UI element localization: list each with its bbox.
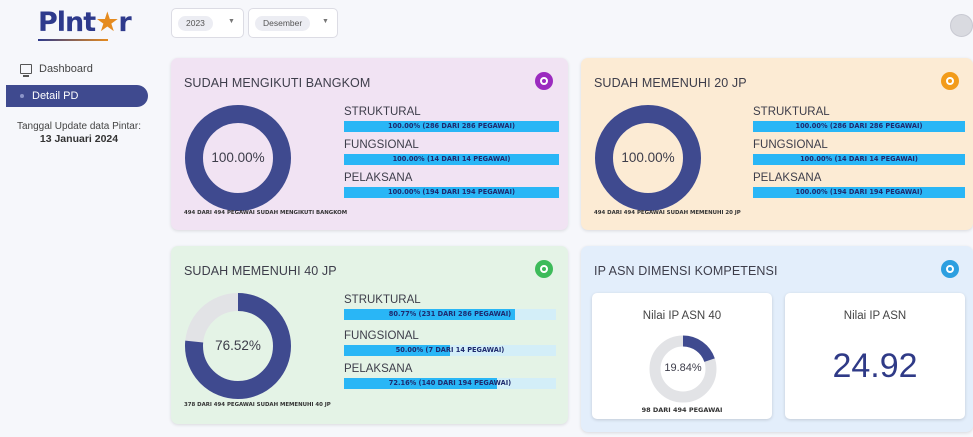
progress-bar: 100.00% (286 DARI 286 PEGAWAI) [753, 121, 965, 132]
nav-detail-pd-label: Detail PD [32, 90, 79, 102]
row-label: PELAKSANA [344, 172, 413, 184]
card-40jp: SUDAH MEMENUHI 40 JP 76.52% STRUKTURAL 8… [171, 246, 568, 424]
row-label: FUNGSIONAL [753, 139, 828, 151]
chevron-down-icon: ▼ [228, 18, 235, 25]
row-label: STRUKTURAL [753, 106, 830, 118]
month-value: Desember [255, 16, 311, 31]
row-label: FUNGSIONAL [344, 330, 419, 342]
info-icon[interactable] [535, 260, 553, 278]
progress-bar: 100.00% (286 DARI 286 PEGAWAI) [344, 121, 559, 132]
progress-bar: 100.00% (14 DARI 14 PEGAWAI) [344, 154, 559, 165]
year-select[interactable]: 2023 ▼ [171, 8, 244, 38]
progress-text: 100.00% (286 DARI 286 PEGAWAI) [795, 122, 923, 130]
progress-text: 100.00% (194 DARI 194 PEGAWAI) [388, 188, 515, 196]
jp40-percent: 76.52% [215, 338, 261, 353]
progress-text: 80.77% (231 DARI 286 PEGAWAI) [388, 310, 512, 318]
progress-bar: 72.16% (140 DARI 194 PEGAWAI) [344, 378, 556, 389]
card-title: SUDAH MEMENUHI 40 JP [184, 264, 337, 278]
nav-detail-pd[interactable]: Detail PD [6, 85, 148, 107]
progress-text: 100.00% (14 DARI 14 PEGAWAI) [392, 155, 511, 163]
nilai-ipasn-panel: Nilai IP ASN 24.92 [785, 293, 965, 419]
nav-dashboard-label: Dashboard [39, 63, 93, 75]
avatar[interactable] [950, 14, 973, 37]
jp40-footnote: 378 DARI 494 PEGAWAI SUDAH MEMENUHI 40 J… [184, 402, 331, 408]
bangkom-percent: 100.00% [211, 150, 265, 165]
year-value: 2023 [178, 16, 213, 31]
card-ipasn: IP ASN DIMENSI KOMPETENSI Nilai IP ASN 4… [581, 246, 973, 432]
progress-bar: 100.00% (194 DARI 194 PEGAWAI) [344, 187, 559, 198]
jp20-footnote: 494 DARI 494 PEGAWAI SUDAH MEMENUHI 20 J… [594, 210, 741, 216]
progress-text: 100.00% (14 DARI 14 PEGAWAI) [800, 155, 918, 163]
chevron-down-icon: ▼ [322, 18, 329, 25]
nilai-ipasn-40-panel: Nilai IP ASN 40 19.84% 98 DARI 494 PEGAW… [592, 293, 772, 419]
nav-dashboard[interactable]: Dashboard [20, 60, 93, 78]
card-title: IP ASN DIMENSI KOMPETENSI [594, 264, 778, 278]
card-bangkom: SUDAH MENGIKUTI BANGKOM 100.00% STRUKTUR… [171, 58, 568, 230]
progress-text: 72.16% (140 DARI 194 PEGAWAI) [388, 379, 512, 387]
card-title: SUDAH MENGIKUTI BANGKOM [184, 76, 371, 90]
update-label: Tanggal Update data Pintar: [17, 121, 141, 132]
progress-text: 50.00% (7 DARI 14 PEGAWAI) [395, 346, 505, 354]
card-title: SUDAH MEMENUHI 20 JP [594, 76, 747, 90]
pintar-logo[interactable]: Plnt★r [38, 8, 132, 44]
update-info: Tanggal Update data Pintar: 13 Januari 2… [0, 120, 158, 146]
nilai-ipasn-title: Nilai IP ASN [843, 310, 907, 322]
update-date: 13 Januari 2024 [39, 133, 119, 145]
progress-text: 100.00% (286 DARI 286 PEGAWAI) [388, 122, 515, 130]
sidebar: Plnt★r Dashboard Detail PD Tanggal Updat… [0, 0, 158, 437]
nilai-ipasn-40-footnote: 98 DARI 494 PEGAWAI [641, 406, 723, 414]
row-label: PELAKSANA [753, 172, 822, 184]
progress-bar: 80.77% (231 DARI 286 PEGAWAI) [344, 309, 556, 320]
monitor-icon [20, 64, 32, 77]
nilai-ipasn-value: 24.92 [832, 347, 918, 385]
info-icon[interactable] [941, 72, 959, 90]
bangkom-footnote: 494 DARI 494 PEGAWAI SUDAH MENGIKUTI BAN… [184, 210, 348, 216]
row-label: PELAKSANA [344, 363, 413, 375]
progress-bar: 50.00% (7 DARI 14 PEGAWAI) [344, 345, 556, 356]
progress-bar: 100.00% (194 DARI 194 PEGAWAI) [753, 187, 965, 198]
row-label: FUNGSIONAL [344, 139, 419, 151]
jp20-percent: 100.00% [621, 150, 675, 165]
progress-text: 100.00% (194 DARI 194 PEGAWAI) [795, 188, 923, 196]
nilai-ipasn-40-title: Nilai IP ASN 40 [642, 310, 722, 322]
progress-bar: 100.00% (14 DARI 14 PEGAWAI) [753, 154, 965, 165]
info-icon[interactable] [941, 260, 959, 278]
row-label: STRUKTURAL [344, 294, 421, 306]
row-label: STRUKTURAL [344, 106, 421, 118]
month-select[interactable]: Desember ▼ [248, 8, 338, 38]
nilai-ipasn-40-percent: 19.84% [664, 362, 702, 374]
card-20jp: SUDAH MEMENUHI 20 JP 100.00% STRUKTURAL … [581, 58, 973, 230]
info-icon[interactable] [535, 72, 553, 90]
